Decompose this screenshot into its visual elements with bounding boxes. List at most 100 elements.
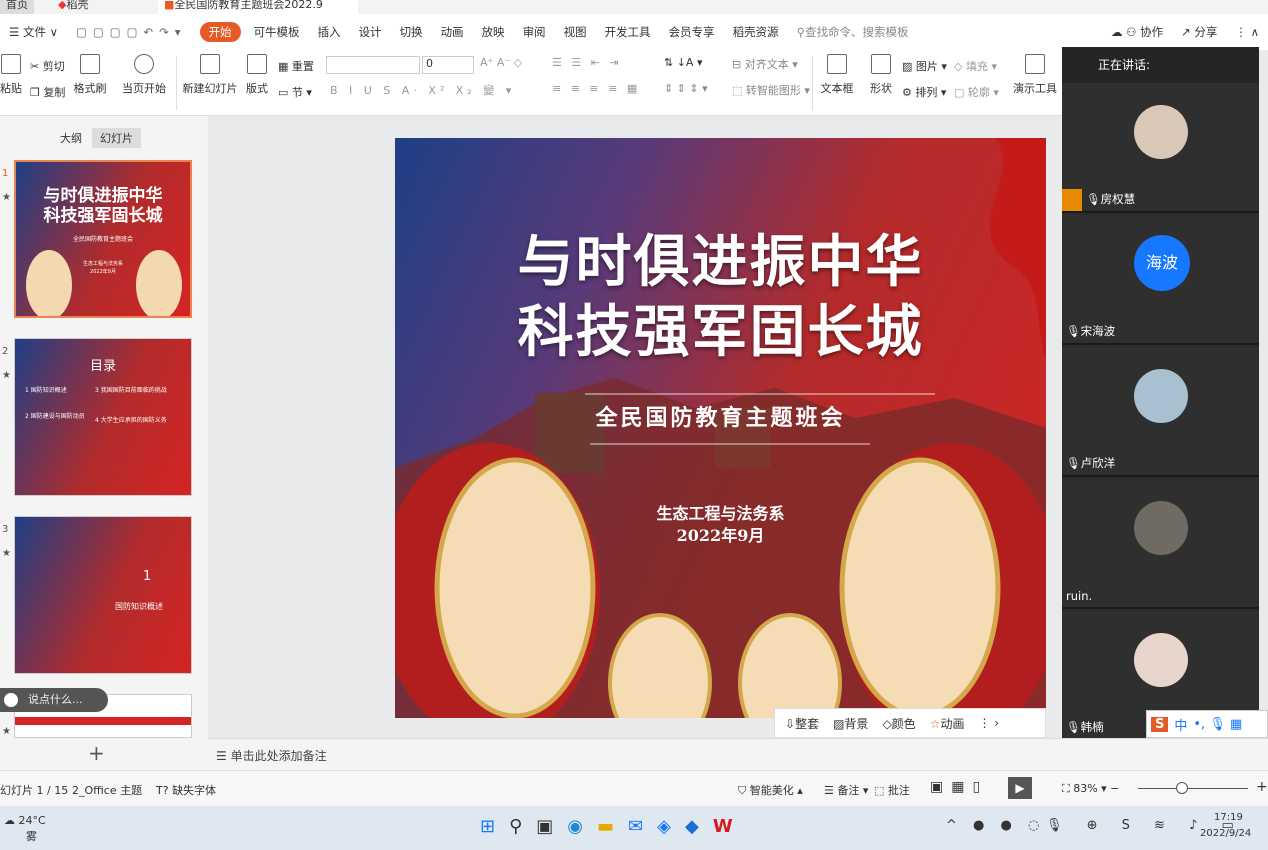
menu-insert[interactable]: 插入 xyxy=(309,24,350,40)
line-spacing-icons[interactable]: ⇕ ⇕ ⇕ ▾ xyxy=(664,82,708,95)
tray-icons[interactable]: ^ ● ● ◌ xyxy=(946,818,1045,833)
file-explorer-icon[interactable]: ▬ xyxy=(597,816,614,837)
menu-template[interactable]: 可牛模板 xyxy=(245,24,309,40)
menu-member[interactable]: 会员专享 xyxy=(660,24,724,40)
fill-button[interactable]: ◇ 填充 ▾ xyxy=(954,58,997,74)
search-icon[interactable]: ⚲ xyxy=(509,816,522,837)
layout-button[interactable]: 版式 xyxy=(240,50,274,96)
weather-temp[interactable]: ☁ 24°C xyxy=(4,814,46,827)
participant-tile[interactable]: 海波 🎙︎宋海波 xyxy=(1062,215,1259,345)
notes-bar[interactable]: ☰ 单击此处添加备注 xyxy=(208,738,1268,770)
avatar: 海波 xyxy=(1134,235,1190,291)
presenter-tools-button[interactable]: 演示工具 xyxy=(1008,50,1062,96)
zoom-level[interactable]: ⛶ 83% ▾ − xyxy=(1062,782,1119,796)
task-view-icon[interactable]: ▣ xyxy=(536,816,553,837)
quick-access-icons[interactable]: ▢▢▢▢↶↷▾ xyxy=(67,25,196,39)
slide-title-line2: 科技强军固长城 xyxy=(517,300,924,365)
menu-design[interactable]: 设计 xyxy=(350,24,391,40)
text-direction-icons[interactable]: ⇅ ↓A ▾ xyxy=(664,56,702,69)
menu-bar: ☰ 文件 ∨ ▢▢▢▢↶↷▾ 开始 可牛模板 插入 设计 切换 动画 放映 审阅… xyxy=(0,14,1268,50)
animation-button[interactable]: ☆动画 xyxy=(930,715,965,732)
reset-button[interactable]: ▦ 重置 xyxy=(278,58,314,74)
font-style-icons[interactable]: B I U S A· X² X₂ 變 ▾ xyxy=(330,82,515,98)
font-name-select[interactable] xyxy=(326,56,420,74)
thumb-toc-title: 目录 xyxy=(89,359,116,374)
taskbar-apps: ⊞ ⚲ ▣ ◉ ▬ ✉ ◈ ◆ W xyxy=(480,816,733,837)
menu-developer[interactable]: 开发工具 xyxy=(596,24,660,40)
zoom-in-icon[interactable]: + xyxy=(1256,779,1268,795)
new-slide-button[interactable]: 新建幻灯片 xyxy=(182,50,238,96)
participant-tile[interactable]: 🎙︎卢欣洋 xyxy=(1062,347,1259,477)
slide-quick-toolbar: ⇩整套 ▨背景 ◇颜色 ☆动画 ⋮ › xyxy=(774,708,1046,738)
menu-view[interactable]: 视图 xyxy=(555,24,596,40)
list-icons[interactable]: ☰ ☰ ⇤ ⇥ xyxy=(552,56,622,69)
slide-thumbnail-2[interactable]: 目录 1 国防知识概述 3 我国国防目前面临的挑战 2 国防建设与国防动员 4 … xyxy=(14,338,192,496)
menu-review[interactable]: 审阅 xyxy=(514,24,555,40)
collab-button[interactable]: ☁ ⚇ 协作 xyxy=(1102,24,1172,40)
meeting-app-icon[interactable]: ◆ xyxy=(685,816,699,837)
align-text-button[interactable]: ⊟ 对齐文本 ▾ xyxy=(732,56,798,72)
windows-start-icon[interactable]: ⊞ xyxy=(480,816,495,837)
view-switch-icons[interactable]: ▣▦▯ xyxy=(930,779,988,795)
smart-shape-button[interactable]: ⬚ 转智能图形 ▾ xyxy=(732,82,810,98)
more-icon[interactable]: ⋮ ∧ xyxy=(1226,25,1268,39)
slide-main[interactable]: 与时俱进振中华 科技强军固长城 全民国防教育主题班会 生态工程与法务系 2022… xyxy=(395,138,1046,718)
align-icons[interactable]: ≡ ≡ ≡ ≡ ▦ xyxy=(552,82,640,95)
menu-transition[interactable]: 切换 xyxy=(391,24,432,40)
menu-daoke[interactable]: 稻壳资源 xyxy=(724,24,788,40)
shape-button[interactable]: 形状 xyxy=(864,50,898,96)
notes-toggle[interactable]: ☰ 备注 ▾ xyxy=(824,782,868,798)
play-current-button[interactable]: 当页开始 xyxy=(118,50,170,96)
menu-animation[interactable]: 动画 xyxy=(432,24,473,40)
participant-tile[interactable]: ruin. xyxy=(1062,479,1259,609)
slide-thumbnail-3[interactable]: 1 国防知识概述 xyxy=(14,516,192,674)
command-search[interactable]: ⚲查找命令、搜索模板 xyxy=(788,24,918,40)
participant-name: ruin. xyxy=(1066,589,1093,603)
next-icon[interactable]: ⋮ › xyxy=(978,716,999,730)
thumb-toc-item: 2 国防建设与国防动员 xyxy=(25,413,85,420)
tab-home[interactable]: 首页 xyxy=(0,0,34,14)
thumb-toc-item: 1 国防知识概述 xyxy=(25,387,67,394)
share-button[interactable]: ↗ 分享 xyxy=(1172,24,1226,40)
tab-document[interactable]: ■全民国防教育主题班会2022.9 xyxy=(158,0,358,14)
participant-tile[interactable]: 🎙︎房权慧 xyxy=(1062,83,1259,213)
comment-toggle[interactable]: ⬚ 批注 xyxy=(874,782,910,798)
color-button[interactable]: ◇颜色 xyxy=(882,715,915,732)
copy-button[interactable]: ❐ 复制 xyxy=(30,84,65,100)
wps-icon[interactable]: W xyxy=(713,816,733,837)
slide-thumbnail-1[interactable]: 与时俱进振中华 科技强军固长城 全民国防教育主题班会 生态工程与法务系 2022… xyxy=(14,160,192,318)
play-slideshow-button[interactable]: ▶ xyxy=(1008,777,1032,799)
drum-right-face xyxy=(839,457,1001,718)
cut-button[interactable]: ✂ 剪切 xyxy=(30,58,65,74)
font-size-select[interactable]: 0 xyxy=(422,56,474,74)
zoom-slider-track[interactable] xyxy=(1138,788,1248,789)
add-slide-button[interactable]: + xyxy=(88,741,105,765)
paste-button[interactable]: 粘贴 xyxy=(0,50,22,96)
full-set-button[interactable]: ⇩整套 xyxy=(785,715,819,732)
tab-outline[interactable]: 大纲 xyxy=(60,130,82,146)
emoji-icon[interactable] xyxy=(4,693,18,707)
picture-button[interactable]: ▨ 图片 ▾ xyxy=(902,58,947,74)
zoom-slider-handle[interactable] xyxy=(1176,782,1188,794)
font-grow-shrink-icons[interactable]: A⁺ A⁻ ◇ xyxy=(480,56,522,69)
menu-file[interactable]: ☰ 文件 ∨ xyxy=(0,24,67,40)
theme-name[interactable]: 2_Office 主题 xyxy=(72,782,142,798)
search-icon: ⚲ xyxy=(796,25,805,39)
app-icon[interactable]: ◈ xyxy=(657,816,671,837)
menu-start[interactable]: 开始 xyxy=(199,22,241,42)
beautify-button[interactable]: ⛉ 智能美化 ▴ xyxy=(738,782,803,798)
outline-button[interactable]: ▢ 轮廓 ▾ xyxy=(954,84,999,100)
missing-font-button[interactable]: T? 缺失字体 xyxy=(156,782,216,798)
arrange-button[interactable]: ⚙ 排列 ▾ xyxy=(902,84,946,100)
mail-icon[interactable]: ✉ xyxy=(628,816,643,837)
edge-icon[interactable]: ◉ xyxy=(567,816,583,837)
tab-slides[interactable]: 幻灯片 xyxy=(92,128,141,148)
ime-toolbar[interactable]: S 中 •, 🎙︎ ▦ xyxy=(1146,710,1268,738)
slide-number: 3 xyxy=(2,524,9,535)
background-button[interactable]: ▨背景 xyxy=(833,715,868,732)
format-painter-button[interactable]: 格式刷 xyxy=(72,50,108,96)
menu-slideshow[interactable]: 放映 xyxy=(473,24,514,40)
tab-dao[interactable]: ◆稻壳 xyxy=(52,0,94,14)
textbox-button[interactable]: 文本框 xyxy=(818,50,856,96)
section-button[interactable]: ▭ 节 ▾ xyxy=(278,84,312,100)
